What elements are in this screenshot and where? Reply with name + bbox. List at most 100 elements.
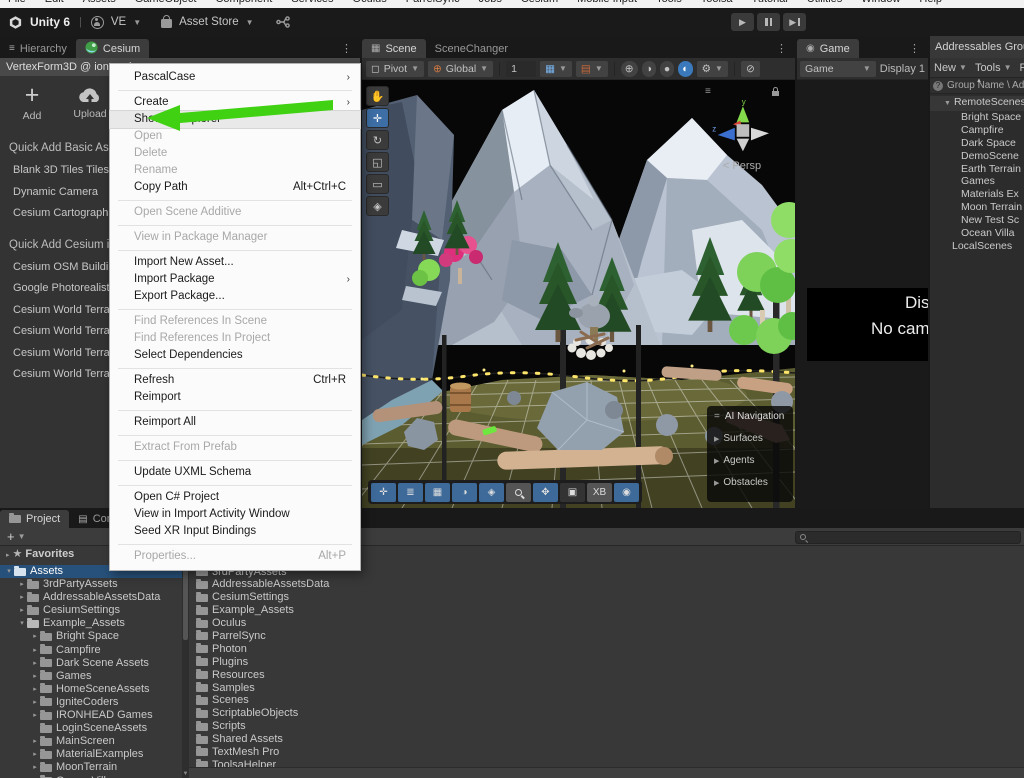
play-button[interactable]: ▶	[731, 13, 754, 31]
group-entry-row[interactable]: Games	[930, 175, 1024, 188]
increment-snap-button[interactable]: ▤▼	[576, 61, 608, 77]
expand-arrow-icon[interactable]	[30, 630, 40, 643]
menu-bar-item[interactable]: Assets	[83, 0, 116, 5]
folder-list-row[interactable]: Oculus	[189, 617, 1024, 630]
xb-overlay-button[interactable]: XB	[587, 483, 612, 502]
context-menu-item[interactable]: Reimport All ›	[110, 414, 360, 431]
new-dropdown[interactable]: New▼	[934, 62, 967, 74]
nav-overlay-item[interactable]: ▶Obstacles	[714, 472, 787, 494]
context-menu-item[interactable]: Properties... Alt+P ›	[110, 548, 360, 565]
grid-size-field[interactable]: 1	[506, 61, 536, 77]
asset-store-button[interactable]: Asset Store	[179, 16, 238, 28]
version-control-icon[interactable]	[276, 16, 290, 28]
group-entry-row[interactable]: Campfire	[930, 124, 1024, 137]
move-overlay-button[interactable]: ✛	[371, 483, 396, 502]
menu-bar-item[interactable]: Help	[919, 0, 942, 5]
context-menu-item[interactable]: ›	[110, 456, 360, 464]
play-mode-dropdown[interactable]: Play Mode Script	[1020, 62, 1024, 74]
tab-game[interactable]: ◉ Game	[797, 39, 859, 58]
expand-arrow-icon[interactable]	[30, 670, 40, 683]
expand-arrow-icon[interactable]	[17, 604, 27, 617]
folder-list-row[interactable]: ToolsaHelper	[189, 759, 1024, 767]
context-menu-item[interactable]: ›	[110, 86, 360, 94]
account-icon[interactable]	[91, 16, 104, 29]
tab-cesium[interactable]: Cesium	[76, 39, 149, 58]
panel-menu-icon[interactable]: ⋮	[341, 42, 360, 58]
lock-icon[interactable]	[772, 91, 779, 96]
rotate-tool[interactable]: ↻	[366, 130, 389, 150]
context-menu-item[interactable]: Extract From Prefab ›	[110, 439, 360, 456]
group-entry-row[interactable]: Moon Terrain	[930, 201, 1024, 214]
menu-bar-item[interactable]: File	[8, 0, 26, 5]
expand-arrow-icon[interactable]	[30, 748, 40, 761]
menu-bar-item[interactable]: Tutorial	[752, 0, 788, 5]
visibility-toggle-button[interactable]: ⊘	[741, 61, 760, 77]
tree-scrollbar[interactable]: ▼	[182, 546, 189, 778]
folder-tree-row[interactable]: Bright Space	[0, 630, 182, 643]
persp-label[interactable]: < Persp	[703, 160, 781, 172]
nav-overlay-item[interactable]: ▶Surfaces	[714, 428, 787, 450]
shaded-mode-button[interactable]: ⊕	[621, 61, 638, 77]
context-menu-item[interactable]: Open Scene Additive ›	[110, 204, 360, 221]
context-menu-item[interactable]: ›	[110, 540, 360, 548]
expand-arrow-icon[interactable]	[30, 683, 40, 696]
game-viewport[interactable]: Display 1 No cameras rendering	[797, 80, 928, 508]
menu-bar-item[interactable]: Edit	[45, 0, 64, 5]
folder-tree-row[interactable]: MaterialExamples	[0, 748, 182, 761]
context-menu-item[interactable]: ›	[110, 364, 360, 372]
folder-tree-row[interactable]: MoonTerrain	[0, 761, 182, 774]
context-menu-item[interactable]: Import New Asset... ›	[110, 254, 360, 271]
folder-tree-row[interactable]: IgniteCoders	[0, 696, 182, 709]
folder-tree-row[interactable]: 3rdPartyAssets	[0, 578, 182, 591]
menu-bar-item[interactable]: Mobile Input	[577, 0, 637, 5]
group-entry-row[interactable]: New Test Sc	[930, 214, 1024, 227]
context-menu-item[interactable]: Export Package... ›	[110, 288, 360, 305]
create-asset-button[interactable]: +▼	[0, 529, 26, 544]
pause-button[interactable]	[757, 13, 780, 31]
menu-bar-item[interactable]: Component	[215, 0, 272, 5]
gizmo-menu-icon[interactable]: ≡	[705, 86, 711, 97]
group-entry-row[interactable]: Bright Space	[930, 111, 1024, 124]
folder-list-row[interactable]: TextMesh Pro	[189, 746, 1024, 759]
folder-tree-row[interactable]: IRONHEAD Games	[0, 709, 182, 722]
align-overlay-button[interactable]: ≣	[398, 483, 423, 502]
help-icon[interactable]: ?	[933, 81, 943, 91]
scale-tool[interactable]: ◱	[366, 152, 389, 172]
group-entry-row[interactable]: Ocean Villa	[930, 227, 1024, 240]
context-menu-item[interactable]: Import Package ›	[110, 271, 360, 288]
folder-tree-row[interactable]: Example_Assets	[0, 617, 182, 630]
context-menu-item[interactable]: ›	[110, 431, 360, 439]
pivot-dropdown[interactable]: ◻Pivot▼	[366, 61, 424, 77]
grid-snap-button[interactable]: ▦▼	[540, 61, 572, 77]
context-menu-item[interactable]: Find References In Scene ›	[110, 313, 360, 330]
folder-list-row[interactable]: ParrelSync	[189, 630, 1024, 643]
tools-dropdown[interactable]: Tools▼	[975, 62, 1012, 74]
panel-menu-icon[interactable]: ⋮	[909, 42, 928, 58]
menu-bar-item[interactable]: Utilities	[807, 0, 842, 5]
folder-list-row[interactable]: Resources	[189, 669, 1024, 682]
context-menu-item[interactable]: Seed XR Input Bindings ›	[110, 523, 360, 540]
expand-arrow-icon[interactable]	[17, 578, 27, 591]
context-menu-item[interactable]: Delete ›	[110, 145, 360, 162]
expand-arrow-icon[interactable]	[17, 617, 27, 630]
folder-list-row[interactable]: AddressableAssetsData	[189, 578, 1024, 591]
tab-hierarchy[interactable]: ≡ Hierarchy	[0, 39, 76, 58]
context-menu-item[interactable]: Copy Path Alt+Ctrl+C ›	[110, 179, 360, 196]
folder-tree-row[interactable]: Games	[0, 670, 182, 683]
expand-arrow-icon[interactable]	[30, 775, 40, 778]
game-view-dropdown[interactable]: Game▼	[800, 61, 876, 77]
tab-project[interactable]: Project	[0, 510, 69, 528]
transform-tool[interactable]: ◈	[366, 196, 389, 216]
menu-bar-item[interactable]: Oculus	[353, 0, 387, 5]
lighting-toggle-button[interactable]: ●	[660, 61, 674, 77]
context-menu-item[interactable]: Find References In Project ›	[110, 330, 360, 347]
expand-arrow-icon[interactable]	[30, 709, 40, 722]
folder-list-row[interactable]: CesiumSettings	[189, 591, 1024, 604]
expand-arrow-icon[interactable]	[30, 696, 40, 709]
project-search-input[interactable]	[795, 531, 1021, 545]
menu-bar-item[interactable]: Toolsa	[701, 0, 733, 5]
folder-list-row[interactable]: Shared Assets	[189, 733, 1024, 746]
nav-overlay-item[interactable]: ▶Agents	[714, 450, 787, 472]
menu-bar-item[interactable]: Window	[861, 0, 900, 5]
display-label[interactable]: Display 1	[880, 63, 925, 75]
